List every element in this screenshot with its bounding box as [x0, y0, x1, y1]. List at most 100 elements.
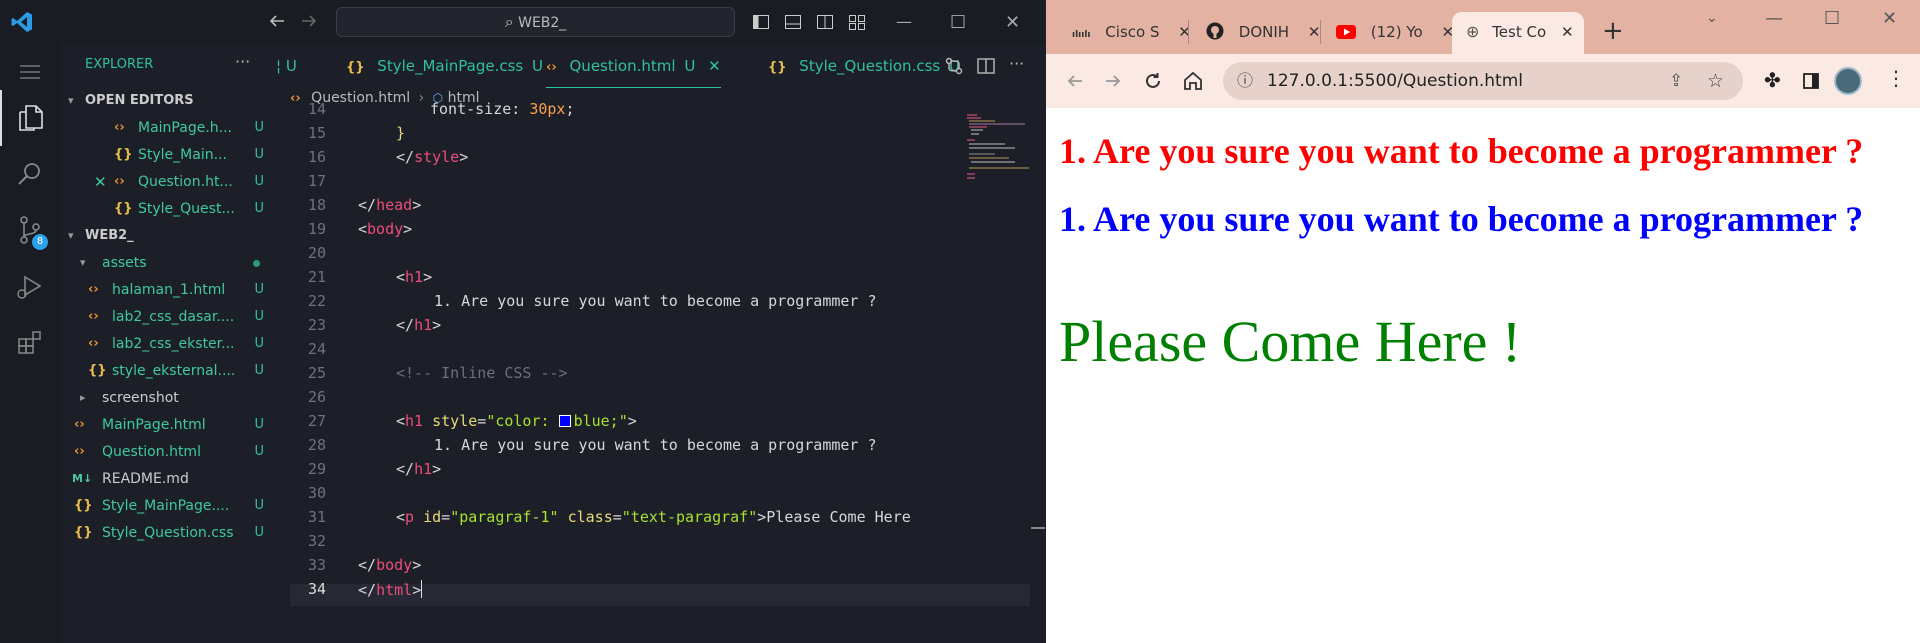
explorer-title: EXPLORER	[85, 57, 154, 72]
folder-screenshot[interactable]: ▸ screenshot	[60, 385, 276, 411]
customize-layout-icon[interactable]	[848, 13, 866, 31]
close-tab-icon[interactable]: ✕	[1561, 23, 1574, 41]
browser-tab[interactable]: ılıılı Cisco S ✕	[1072, 12, 1191, 52]
browser-tab-label: Cisco S	[1105, 23, 1160, 41]
open-editor-item[interactable]: ✕ ‹› Question.ht... U	[60, 169, 276, 195]
open-editors-section[interactable]: ▾ OPEN EDITORS	[60, 88, 276, 114]
tab-style-mainpage[interactable]: {} Style_MainPage.css U	[346, 44, 543, 88]
reload-icon[interactable]	[1143, 71, 1163, 91]
line-number-current: 34	[307, 580, 326, 598]
minimap[interactable]	[965, 112, 1033, 192]
browser-tab-label: DONIH	[1238, 23, 1290, 41]
share-icon[interactable]: ⇪	[1669, 62, 1683, 100]
code-line: <body>	[358, 220, 413, 238]
toggle-secondary-sidebar-icon[interactable]	[816, 13, 834, 31]
file-item[interactable]: {} Style_MainPage.... U	[60, 493, 276, 519]
new-tab-icon[interactable]: +	[1602, 16, 1624, 46]
youtube-icon	[1336, 25, 1356, 39]
more-menu-icon[interactable]: ⋮	[1886, 66, 1906, 90]
tab-partial[interactable]: ¦ U	[276, 44, 297, 88]
color-swatch-icon[interactable]	[558, 415, 571, 427]
editor-more-icon[interactable]: ···	[1009, 54, 1024, 73]
explorer-icon[interactable]	[0, 90, 60, 146]
close-window-icon[interactable]: ✕	[1005, 12, 1020, 33]
git-status: U	[254, 525, 264, 540]
run-debug-icon[interactable]	[0, 258, 60, 314]
file-item[interactable]: {} style_eksternal.... U	[60, 358, 276, 384]
more-actions-icon[interactable]: ···	[235, 52, 250, 71]
search-view-icon[interactable]	[0, 146, 60, 202]
file-item[interactable]: ‹› MainPage.html U	[60, 412, 276, 438]
home-icon[interactable]	[1182, 70, 1204, 92]
split-editor-icon[interactable]	[976, 56, 996, 76]
close-window-icon[interactable]: ✕	[1882, 8, 1897, 29]
line-number: 30	[307, 484, 326, 502]
file-item[interactable]: ‹› halaman_1.html U	[60, 277, 276, 303]
toggle-primary-sidebar-icon[interactable]	[752, 13, 770, 31]
back-arrow-icon[interactable]	[1066, 72, 1084, 90]
open-editor-item[interactable]: {} Style_Quest... U	[60, 196, 276, 222]
git-status: U	[254, 498, 264, 513]
minimize-icon[interactable]: —	[1765, 8, 1783, 29]
tab-status: U	[684, 57, 696, 75]
avatar[interactable]	[1834, 67, 1862, 95]
site-info-icon[interactable]: ⓘ	[1237, 62, 1253, 100]
close-tab-icon[interactable]: ✕	[1308, 23, 1321, 41]
folder-assets[interactable]: ▾ assets	[60, 250, 276, 276]
extensions-puzzle-icon[interactable]: ✤	[1764, 68, 1781, 92]
css-file-icon: {}	[88, 363, 107, 378]
modified-dot-icon	[253, 260, 260, 267]
close-editor-icon[interactable]: ✕	[94, 169, 107, 195]
forward-arrow-icon[interactable]	[300, 12, 318, 30]
file-item[interactable]: {} Style_Question.css U	[60, 520, 276, 546]
chevron-down-icon: ▾	[80, 256, 86, 269]
line-number: 32	[307, 532, 326, 550]
forward-arrow-icon[interactable]	[1104, 72, 1122, 90]
editor-tabs: ¦ U {} Style_MainPage.css U ‹› Question.…	[276, 44, 1045, 88]
address-bar[interactable]: ⓘ 127.0.0.1:5500/Question.html ⇪ ☆	[1223, 62, 1743, 100]
minimize-icon[interactable]: —	[896, 12, 912, 31]
open-editor-item[interactable]: {} Style_Main... U	[60, 142, 276, 168]
bookmark-star-icon[interactable]: ☆	[1707, 62, 1724, 100]
maximize-icon[interactable]: ☐	[1824, 8, 1840, 29]
open-editor-item[interactable]: ‹› MainPage.h... U	[60, 115, 276, 141]
markdown-file-icon: M↓	[72, 472, 93, 485]
source-control-icon[interactable]: 8	[0, 202, 60, 258]
breadcrumb-file[interactable]: Question.html	[311, 90, 410, 106]
code-editor[interactable]: 14 15 16 17 18 19 20 21 22 23 24 25 26 2…	[276, 100, 1045, 643]
browser-tab[interactable]: (12) Yo ✕	[1336, 12, 1454, 52]
tab-search-icon[interactable]: ⌄	[1706, 10, 1718, 26]
code-line: font-size: 30px;	[430, 100, 575, 118]
git-status: U	[254, 363, 264, 378]
toggle-panel-icon[interactable]	[784, 13, 802, 31]
vscode-window: ⌕ WEB2_ — ☐ ✕ 8 EXPLORER ··· ▾ OPEN EDIT…	[0, 0, 1045, 643]
file-item[interactable]: ‹› Question.html U	[60, 439, 276, 465]
line-number: 20	[307, 244, 326, 262]
code-line: 1. Are you sure you want to become a pro…	[434, 436, 877, 454]
tab-style-question[interactable]: {} Style_Question.css U	[768, 44, 960, 88]
maximize-icon[interactable]: ☐	[950, 12, 966, 33]
browser-tab-active[interactable]: ⊕ Test Co ✕	[1452, 12, 1584, 54]
project-title: WEB2_	[85, 228, 134, 243]
explorer-sidebar: EXPLORER ··· ▾ OPEN EDITORS ‹› MainPage.…	[60, 44, 276, 643]
file-name: README.md	[102, 471, 189, 487]
code-line: 1. Are you sure you want to become a pro…	[434, 292, 877, 310]
tab-label: Style_MainPage.css	[377, 57, 524, 75]
tab-question-html[interactable]: ‹› Question.html U ✕	[546, 44, 721, 88]
side-panel-icon[interactable]	[1802, 72, 1820, 90]
command-center-search[interactable]: ⌕ WEB2_	[336, 7, 735, 37]
extensions-icon[interactable]	[0, 314, 60, 370]
file-item[interactable]: ‹› lab2_css_ekster... U	[60, 331, 276, 357]
file-item[interactable]: M↓ README.md	[60, 466, 276, 492]
file-item[interactable]: ‹› lab2_css_dasar.... U	[60, 304, 276, 330]
git-status: U	[254, 147, 264, 162]
file-name: Style_Question.css	[102, 525, 234, 541]
open-changes-icon[interactable]	[944, 56, 964, 76]
globe-icon: ⊕	[1466, 22, 1480, 41]
project-section[interactable]: ▾ WEB2_	[60, 223, 276, 249]
close-tab-icon[interactable]: ✕	[708, 57, 721, 75]
browser-tab[interactable]: DONIH ✕	[1206, 12, 1320, 52]
line-number: 18	[307, 196, 326, 214]
back-arrow-icon[interactable]	[268, 12, 286, 30]
heading-blue: 1. Are you sure you want to become a pro…	[1059, 199, 1864, 239]
